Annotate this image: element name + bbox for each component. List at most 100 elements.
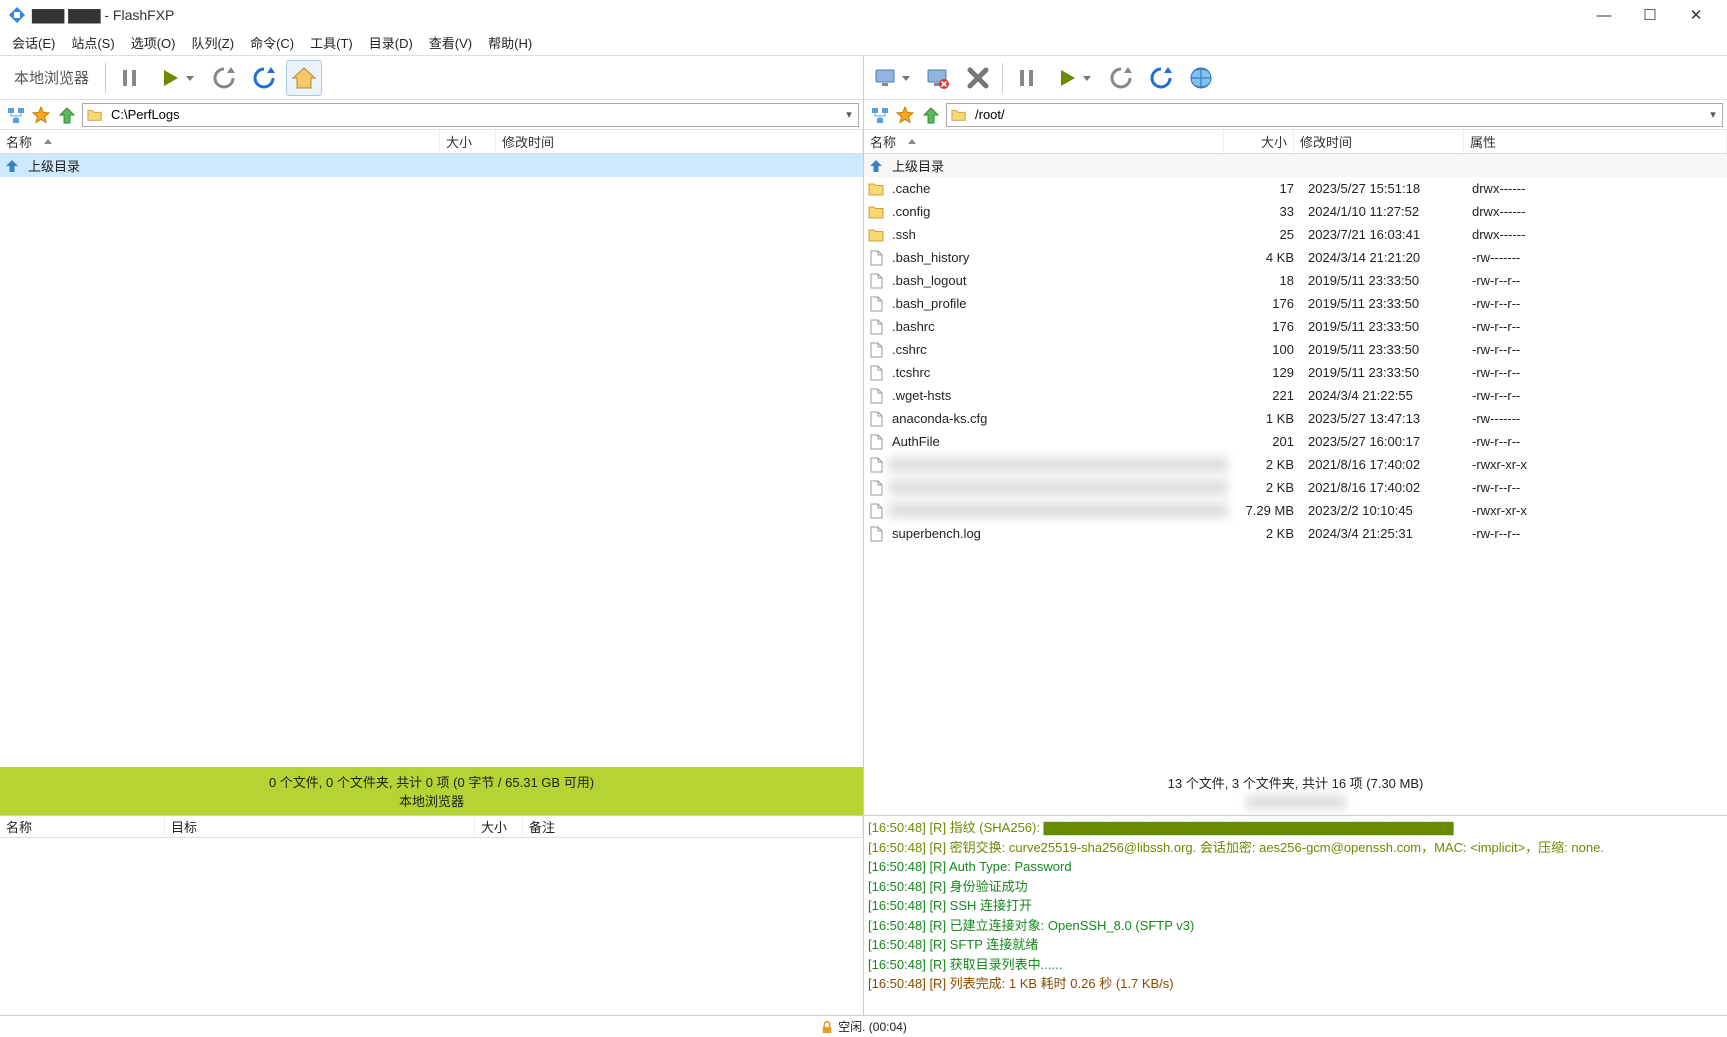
file-icon [868, 411, 884, 427]
log-line: [16:50:48] [R] 指纹 (SHA256): ▇▇▇▇▇▇▇▇▇▇▇▇… [868, 818, 1723, 838]
col-name[interactable]: 名称 [0, 130, 440, 153]
local-status: 0 个文件, 0 个文件夹, 共计 0 项 (0 字节 / 65.31 GB 可… [0, 767, 863, 815]
rcol-mod[interactable]: 修改时间 [1294, 130, 1464, 153]
folder-icon [87, 107, 103, 123]
remote-up-button[interactable] [920, 104, 942, 126]
file-icon [868, 342, 884, 358]
remote-status: 13 个文件, 3 个文件夹, 共计 16 项 (7.30 MB) ▇▇▇▇ ▇… [864, 767, 1727, 815]
lock-icon [820, 1020, 834, 1034]
file-row[interactable]: .wget-hsts2212024/3/4 21:22:55-rw-r--r-- [864, 384, 1727, 407]
log-line: [16:50:48] [R] SFTP 连接就绪 [868, 935, 1723, 955]
log-line: [16:50:48] [R] 获取目录列表中...... [868, 955, 1723, 975]
file-row[interactable]: ██████2 KB2021/8/16 17:40:02-rwxr-xr-x [864, 453, 1727, 476]
file-row[interactable]: .cache172023/5/27 15:51:18drwx------ [864, 177, 1727, 200]
log-output[interactable]: [16:50:48] [R] 指纹 (SHA256): ▇▇▇▇▇▇▇▇▇▇▇▇… [864, 816, 1727, 1015]
bookmark-button[interactable] [30, 104, 52, 126]
local-toolbar: 本地浏览器 [0, 56, 863, 100]
remote-play-button[interactable] [1049, 60, 1085, 96]
rcol-size[interactable]: 大小 [1224, 130, 1294, 153]
folder-icon [868, 181, 884, 197]
remote-list-header: 名称 大小 修改时间 属性 [864, 130, 1727, 154]
abort-button[interactable] [960, 60, 996, 96]
remote-path-input[interactable] [971, 105, 1704, 124]
remote-refresh-button[interactable] [1143, 60, 1179, 96]
home-button[interactable] [286, 60, 322, 96]
globe-button[interactable] [1183, 60, 1219, 96]
log-line: [16:50:48] [R] 密钥交换: curve25519-sha256@l… [868, 838, 1723, 858]
qcol-size[interactable]: 大小 [475, 817, 523, 836]
local-browser-label: 本地浏览器 [4, 67, 99, 88]
file-icon [868, 250, 884, 266]
remote-pause-button[interactable] [1009, 60, 1045, 96]
refresh-button[interactable] [246, 60, 282, 96]
menu-站点(S)[interactable]: 站点(S) [63, 30, 122, 55]
up-button[interactable] [56, 104, 78, 126]
file-icon [868, 273, 884, 289]
file-row[interactable]: .bash_history4 KB2024/3/14 21:21:20-rw--… [864, 246, 1727, 269]
col-mod[interactable]: 修改时间 [496, 130, 863, 153]
file-row[interactable]: .ssh252023/7/21 16:03:41drwx------ [864, 223, 1727, 246]
menu-命令(C)[interactable]: 命令(C) [242, 30, 302, 55]
file-row[interactable]: .bashrc1762019/5/11 23:33:50-rw-r--r-- [864, 315, 1727, 338]
window-title: ▇▇▇ ▇▇▇ - FlashFXP [32, 7, 1581, 24]
remote-bookmark-button[interactable] [894, 104, 916, 126]
remote-path-box[interactable]: ▾ [946, 103, 1723, 127]
local-path-box[interactable]: ▾ [82, 103, 859, 127]
minimize-button[interactable]: — [1581, 0, 1627, 30]
menu-选项(O)[interactable]: 选项(O) [123, 30, 184, 55]
rcol-name[interactable]: 名称 [864, 130, 1224, 153]
play-button[interactable] [152, 60, 188, 96]
status-idle: 空闲. (00:04) [838, 1018, 907, 1035]
file-row[interactable]: .bash_profile1762019/5/11 23:33:50-rw-r-… [864, 292, 1727, 315]
local-path-input[interactable] [107, 105, 840, 124]
app-icon [8, 6, 26, 24]
local-list-header: 名称 大小 修改时间 [0, 130, 863, 154]
maximize-button[interactable]: ☐ [1627, 0, 1673, 30]
rcol-attr[interactable]: 属性 [1464, 130, 1727, 153]
queue-header: 名称 目标 大小 备注 [0, 816, 863, 838]
local-pane: 本地浏览器 ▾ 名称 大小 [0, 56, 864, 815]
queue-list[interactable] [0, 838, 863, 1015]
disconnect-button[interactable] [920, 60, 956, 96]
folder-icon [868, 227, 884, 243]
menu-工具(T)[interactable]: 工具(T) [302, 30, 361, 55]
col-size[interactable]: 大小 [440, 130, 496, 153]
menu-目录(D)[interactable]: 目录(D) [361, 30, 421, 55]
file-icon [868, 434, 884, 450]
menu-帮助(H)[interactable]: 帮助(H) [480, 30, 540, 55]
file-row[interactable]: ██████2 KB2021/8/16 17:40:02-rw-r--r-- [864, 476, 1727, 499]
file-row[interactable]: .cshrc1002019/5/11 23:33:50-rw-r--r-- [864, 338, 1727, 361]
qcol-name[interactable]: 名称 [0, 817, 165, 836]
file-row[interactable]: .tcshrc1292019/5/11 23:33:50-rw-r--r-- [864, 361, 1727, 384]
file-row[interactable]: .config332024/1/10 11:27:52drwx------ [864, 200, 1727, 223]
menu-bar: 会话(E)站点(S)选项(O)队列(Z)命令(C)工具(T)目录(D)查看(V)… [0, 30, 1727, 56]
remote-pane: ▾ 名称 大小 修改时间 属性 上级目录 .cache172023/5/27 1… [864, 56, 1727, 815]
local-pathbar: ▾ [0, 100, 863, 130]
file-row[interactable]: ██████7.29 MB2023/2/2 10:10:45-rwxr-xr-x [864, 499, 1727, 522]
file-row[interactable]: AuthFile2012023/5/27 16:00:17-rw-r--r-- [864, 430, 1727, 453]
path-dropdown[interactable]: ▾ [840, 108, 858, 121]
log-line: [16:50:48] [R] Auth Type: Password [868, 857, 1723, 877]
qcol-remark[interactable]: 备注 [523, 817, 863, 836]
parent-dir-row[interactable]: 上级目录 [864, 154, 1727, 177]
file-icon [868, 388, 884, 404]
menu-队列(Z)[interactable]: 队列(Z) [183, 30, 242, 55]
menu-查看(V)[interactable]: 查看(V) [421, 30, 480, 55]
tree-button[interactable] [4, 104, 26, 126]
file-row[interactable]: .bash_logout182019/5/11 23:33:50-rw-r--r… [864, 269, 1727, 292]
close-button[interactable]: ✕ [1673, 0, 1719, 30]
file-row[interactable]: superbench.log2 KB2024/3/4 21:25:31-rw-r… [864, 522, 1727, 545]
qcol-target[interactable]: 目标 [165, 817, 475, 836]
file-row[interactable]: anaconda-ks.cfg1 KB2023/5/27 13:47:13-rw… [864, 407, 1727, 430]
connect-button[interactable] [868, 60, 904, 96]
pause-button[interactable] [112, 60, 148, 96]
remote-tree-button[interactable] [868, 104, 890, 126]
remote-file-list[interactable]: 上级目录 .cache172023/5/27 15:51:18drwx-----… [864, 154, 1727, 767]
log-panel: [16:50:48] [R] 指纹 (SHA256): ▇▇▇▇▇▇▇▇▇▇▇▇… [864, 816, 1727, 1015]
menu-会话(E)[interactable]: 会话(E) [4, 30, 63, 55]
parent-dir-row[interactable]: 上级目录 [0, 154, 863, 177]
reconnect-button[interactable] [206, 60, 242, 96]
remote-reconnect-button[interactable] [1103, 60, 1139, 96]
remote-path-dropdown[interactable]: ▾ [1704, 108, 1722, 121]
local-file-list[interactable]: 上级目录 [0, 154, 863, 767]
